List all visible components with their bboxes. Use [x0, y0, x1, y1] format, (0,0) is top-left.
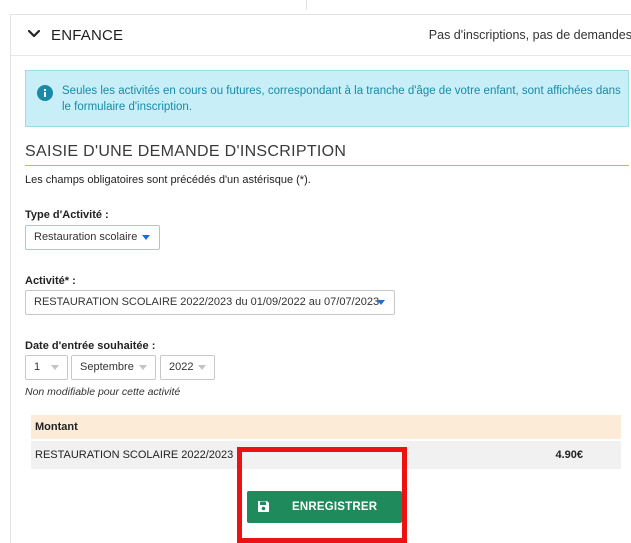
enfance-panel: ENFANCE Pas d'inscriptions, pas de deman… — [10, 14, 631, 543]
caret-down-icon — [142, 235, 150, 240]
save-button[interactable]: ENREGISTRER — [247, 491, 402, 523]
amount-row-value: 4.90€ — [555, 449, 583, 461]
form-title-divider — [25, 165, 629, 166]
start-date-note: Non modifiable pour cette activité — [25, 386, 181, 398]
caret-down-icon — [139, 365, 147, 370]
caret-down-icon — [377, 300, 385, 305]
amount-row-label: RESTAURATION SCOLAIRE 2022/2023 — [35, 449, 234, 461]
required-fields-note: Les champs obligatoires sont précédés d'… — [25, 174, 311, 186]
start-date-label: Date d'entrée souhaitée : — [25, 340, 156, 352]
caret-down-icon — [51, 365, 59, 370]
activity-value: RESTAURATION SCOLAIRE 2022/2023 du 01/09… — [34, 296, 380, 308]
divider — [306, 0, 307, 10]
activity-label: Activité* : — [25, 275, 76, 287]
caret-down-icon — [198, 365, 206, 370]
section-status: Pas d'inscriptions, pas de demandes — [428, 28, 631, 42]
chevron-down-icon[interactable] — [27, 28, 41, 40]
top-strip — [0, 0, 631, 14]
activity-type-label: Type d'Activité : — [25, 209, 109, 221]
form-title: SAISIE D'UNE DEMANDE D'INSCRIPTION — [25, 143, 347, 160]
activity-type-value: Restauration scolaire — [34, 231, 138, 243]
info-icon — [37, 85, 53, 101]
floppy-disk-icon — [258, 501, 269, 512]
activity-type-select[interactable]: Restauration scolaire — [25, 225, 160, 250]
section-title: ENFANCE — [51, 27, 124, 44]
start-month-select[interactable]: Septembre — [71, 355, 156, 380]
info-text: Seules les activités en cours ou futures… — [62, 85, 621, 113]
section-header[interactable]: ENFANCE Pas d'inscriptions, pas de deman… — [11, 15, 631, 56]
info-banner: Seules les activités en cours ou futures… — [25, 70, 629, 127]
save-button-label: ENREGISTRER — [292, 501, 378, 513]
start-day-value: 1 — [34, 361, 41, 373]
start-month-value: Septembre — [80, 361, 134, 373]
amount-table-header: Montant — [31, 415, 621, 439]
activity-select[interactable]: RESTAURATION SCOLAIRE 2022/2023 du 01/09… — [25, 290, 395, 315]
start-year-value: 2022 — [169, 361, 194, 373]
start-day-select[interactable]: 1 — [25, 355, 68, 380]
start-year-select[interactable]: 2022 — [160, 355, 215, 380]
table-row: RESTAURATION SCOLAIRE 2022/2023 4.90€ — [31, 441, 621, 469]
